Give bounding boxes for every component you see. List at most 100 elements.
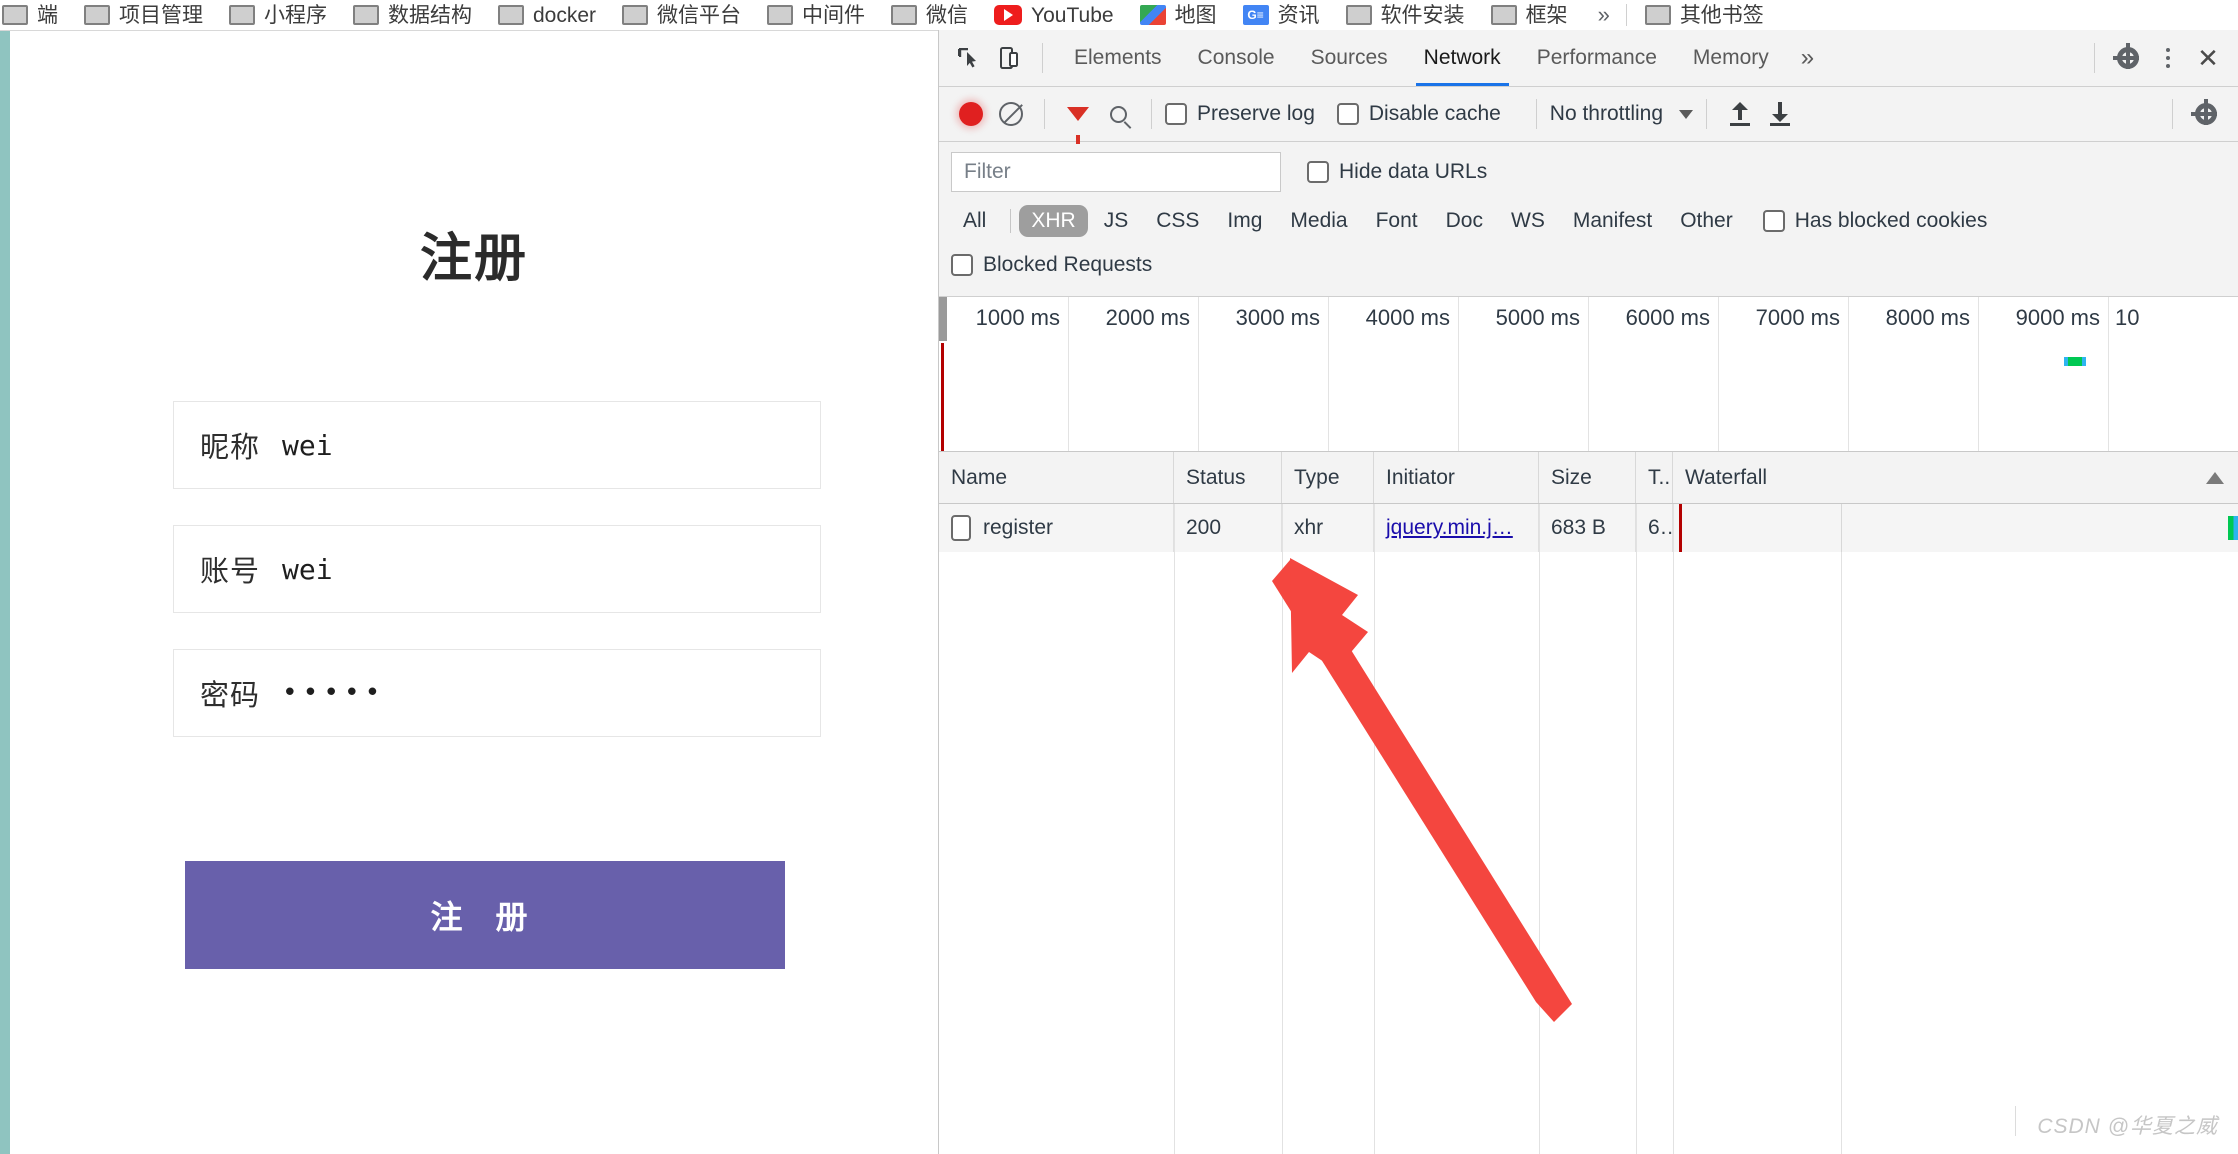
request-checkbox-icon[interactable] [951, 515, 971, 541]
type-filter-other[interactable]: Other [1668, 205, 1745, 237]
column-header-type[interactable]: Type [1282, 452, 1374, 503]
timeline-tick: 8000 ms [1849, 297, 1979, 451]
clear-network-log-icon[interactable] [991, 94, 1031, 134]
timeline-tick-label: 7000 ms [1755, 305, 1840, 330]
account-field[interactable]: 账号 wei [173, 525, 821, 613]
bookmark-folder-icon [1644, 5, 1671, 25]
screenshot-root: 端 项目管理 小程序 数据结构 docker 微信平台 中间件 微信 YouTu… [0, 0, 2238, 1154]
bookmark-item[interactable]: 软件安装 [1345, 5, 1465, 26]
type-filter-ws[interactable]: WS [1499, 205, 1557, 237]
throttling-select[interactable]: No throttling [1550, 102, 1694, 126]
tab-sources[interactable]: Sources [1293, 30, 1406, 86]
bookmark-item-youtube[interactable]: YouTube [994, 5, 1114, 26]
password-field[interactable]: 密码 ••••• [173, 649, 821, 737]
bookmark-item[interactable]: 数据结构 [353, 5, 472, 26]
type-filter-xhr[interactable]: XHR [1019, 205, 1088, 237]
type-filter-all[interactable]: All [951, 205, 998, 237]
cell-waterfall[interactable] [1673, 504, 2238, 552]
preserve-log-checkbox[interactable] [1165, 103, 1187, 125]
google-news-icon: G≡ [1242, 5, 1269, 25]
timeline-tick-label: 5000 ms [1495, 305, 1580, 330]
timeline-tick: 6000 ms [1589, 297, 1719, 451]
timeline-tick: 2000 ms [1069, 297, 1199, 451]
timeline-tick-label: 1000 ms [975, 305, 1060, 330]
bookmark-item[interactable]: 微信 [891, 5, 968, 26]
bookmark-label: 资讯 [1277, 3, 1320, 27]
column-header-time[interactable]: T.. [1636, 452, 1673, 503]
column-header-waterfall[interactable]: Waterfall [1673, 452, 2238, 503]
cell-initiator[interactable]: jquery.min.j… [1374, 504, 1539, 552]
bookmark-item-other-bookmarks[interactable]: 其他书签 [1644, 5, 1764, 26]
bookmark-item-maps[interactable]: 地图 [1139, 5, 1217, 26]
requests-table-header: Name Status Type Initiator Size T.. Wate… [939, 452, 2238, 504]
register-submit-button[interactable]: 注 册 [185, 861, 785, 969]
type-filter-js[interactable]: JS [1092, 205, 1141, 237]
timeline-tick-label: 8000 ms [1885, 305, 1970, 330]
tab-memory[interactable]: Memory [1675, 30, 1787, 86]
type-filter-css[interactable]: CSS [1144, 205, 1211, 237]
type-filter-img[interactable]: Img [1215, 205, 1274, 237]
type-filter-manifest[interactable]: Manifest [1561, 205, 1664, 237]
type-filter-doc[interactable]: Doc [1434, 205, 1495, 237]
bookmark-item[interactable]: 小程序 [229, 5, 327, 26]
hide-data-urls-label: Hide data URLs [1339, 160, 1488, 183]
column-header-initiator[interactable]: Initiator [1374, 452, 1539, 503]
page-left-edge-strip [0, 31, 10, 1154]
filter-input[interactable] [951, 152, 1281, 192]
disable-cache-checkbox-row[interactable]: Disable cache [1336, 102, 1501, 126]
filter-funnel-icon[interactable] [1058, 94, 1098, 144]
bookmark-item[interactable]: 中间件 [767, 5, 865, 26]
tab-performance[interactable]: Performance [1519, 30, 1675, 86]
network-overview-timeline[interactable]: 1000 ms 2000 ms 3000 ms 4000 ms 5000 ms … [939, 297, 2238, 452]
filter-divider [1010, 209, 1012, 233]
column-header-name[interactable]: Name [939, 452, 1174, 503]
bookmark-item[interactable]: 项目管理 [84, 5, 203, 26]
tab-network[interactable]: Network [1406, 30, 1519, 86]
request-name: register [983, 516, 1054, 539]
preserve-log-checkbox-row[interactable]: Preserve log [1165, 102, 1315, 126]
has-blocked-cookies-checkbox[interactable] [1762, 210, 1785, 232]
type-filter-media[interactable]: Media [1278, 205, 1359, 237]
search-icon[interactable] [1098, 94, 1138, 134]
network-settings-gear-icon[interactable] [2186, 94, 2226, 134]
bookmark-item[interactable]: 框架 [1490, 5, 1568, 26]
toggle-device-toolbar-icon[interactable] [989, 38, 1029, 78]
initiator-link[interactable]: jquery.min.j… [1386, 516, 1513, 540]
bookmarks-overflow-icon[interactable]: » [1598, 2, 1610, 28]
import-har-icon[interactable] [1720, 94, 1760, 134]
column-guide [1673, 504, 1674, 1154]
bookmark-item-news[interactable]: G≡ 资讯 [1242, 3, 1320, 27]
requests-table-body[interactable]: register 200 xhr jquery.min.j… 683 B 6… [939, 504, 2238, 1154]
close-devtools-icon[interactable]: ✕ [2188, 38, 2228, 78]
overview-dom-content-loaded-marker [941, 343, 944, 451]
inspect-element-icon[interactable] [949, 38, 989, 78]
blocked-requests-checkbox[interactable] [951, 254, 973, 276]
disable-cache-checkbox[interactable] [1336, 103, 1359, 125]
tab-elements[interactable]: Elements [1056, 30, 1180, 86]
has-blocked-cookies-label: Has blocked cookies [1794, 209, 1988, 232]
bookmark-item[interactable]: docker [498, 5, 596, 26]
bookmark-item[interactable]: 微信平台 [622, 5, 741, 26]
nickname-field[interactable]: 昵称 wei [173, 401, 821, 489]
hide-data-urls-checkbox-row[interactable]: Hide data URLs [1307, 160, 1487, 184]
export-har-icon[interactable] [1760, 94, 1800, 134]
table-row[interactable]: register 200 xhr jquery.min.j… 683 B 6… [939, 504, 2238, 552]
toolbar-divider [1706, 99, 1708, 129]
bookmark-folder-icon [767, 5, 794, 25]
more-tabs-icon[interactable]: » [1787, 44, 1828, 72]
hide-data-urls-checkbox[interactable] [1307, 161, 1329, 183]
tab-console[interactable]: Console [1180, 30, 1293, 86]
blocked-requests-checkbox-row[interactable]: Blocked Requests [951, 253, 1152, 277]
type-filter-font[interactable]: Font [1364, 205, 1430, 237]
bookmark-item[interactable]: 端 [2, 5, 58, 26]
more-options-kebab-icon[interactable] [2148, 38, 2188, 78]
record-network-log-icon[interactable] [951, 94, 991, 134]
has-blocked-cookies-checkbox-row[interactable]: Has blocked cookies [1762, 209, 1988, 233]
column-header-status[interactable]: Status [1174, 452, 1282, 503]
settings-gear-icon[interactable] [2108, 38, 2148, 78]
cell-name[interactable]: register [939, 504, 1174, 552]
nickname-value: wei [282, 428, 333, 462]
column-header-size[interactable]: Size [1539, 452, 1636, 503]
blocked-requests-label: Blocked Requests [983, 253, 1153, 276]
bookmark-label: 数据结构 [388, 3, 472, 27]
